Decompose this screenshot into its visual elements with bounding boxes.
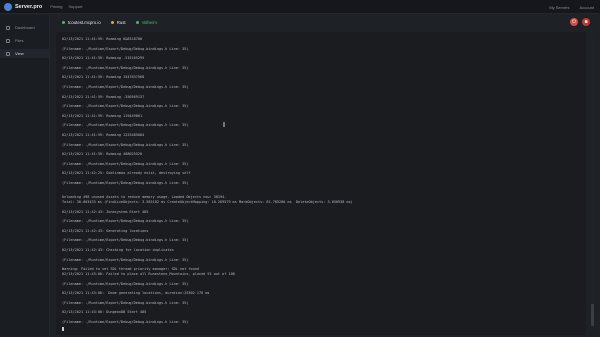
top-bar: Server.pro Pricing Support My Servers Ac…: [0, 0, 600, 14]
console-output[interactable]: 02/13/2021 11:41:59: Roaming 0&8318700 (F…: [56, 32, 586, 335]
server-tabs: tcoutest.mcpro.io Rust Valheim: [62, 16, 167, 28]
sidebar-item-dashboard[interactable]: Dashboard: [0, 23, 49, 32]
power-button[interactable]: ⏻: [570, 18, 578, 26]
tab-label: tcoutest.mcpro.io: [68, 19, 101, 25]
status-dot-icon: [110, 20, 114, 24]
status-dot-icon: [62, 20, 65, 24]
server-actions: ⏻ ■: [566, 18, 590, 26]
console-scrollbar[interactable]: [591, 34, 594, 330]
stop-button[interactable]: ■: [582, 18, 590, 26]
status-dot-icon: [135, 20, 139, 24]
nav-support-link[interactable]: Support: [68, 4, 82, 9]
folder-icon: [6, 38, 10, 43]
tab-label: Valheim: [141, 19, 157, 25]
tab-valheim[interactable]: Valheim: [135, 19, 157, 25]
sidebar-item-label: Dashboard: [15, 25, 35, 30]
dashboard-icon: [6, 25, 10, 30]
sidebar: Dashboard Files View: [0, 15, 50, 337]
nav-pricing-link[interactable]: Pricing: [50, 4, 62, 9]
console-icon: [6, 51, 10, 56]
tab-server-address[interactable]: tcoutest.mcpro.io: [62, 20, 101, 25]
console-input-cursor[interactable]: [62, 326, 64, 331]
brand-name: Server.pro: [15, 3, 43, 10]
scrollbar-thumb[interactable]: [591, 304, 594, 326]
sidebar-item-files[interactable]: Files: [0, 36, 49, 45]
brand[interactable]: Server.pro: [4, 0, 42, 14]
tab-label: Rust: [116, 19, 126, 25]
sidebar-item-view[interactable]: View: [0, 49, 49, 58]
console-line: (Filename: ./Runtime/Export/Debug/Debug.…: [62, 320, 189, 325]
account-link[interactable]: Account: [580, 5, 594, 10]
sidebar-item-label: View: [15, 51, 24, 56]
sidebar-item-label: Files: [15, 38, 24, 43]
text-cursor-icon: [223, 122, 225, 127]
top-right-nav: My Servers Account: [539, 0, 594, 14]
stop-icon: ■: [584, 19, 588, 25]
server-logo-icon: [4, 2, 12, 11]
tab-rust[interactable]: Rust: [110, 19, 126, 25]
power-icon: ⏻: [572, 19, 576, 25]
top-nav: Pricing Support: [50, 4, 88, 9]
my-servers-link[interactable]: My Servers: [549, 5, 569, 10]
